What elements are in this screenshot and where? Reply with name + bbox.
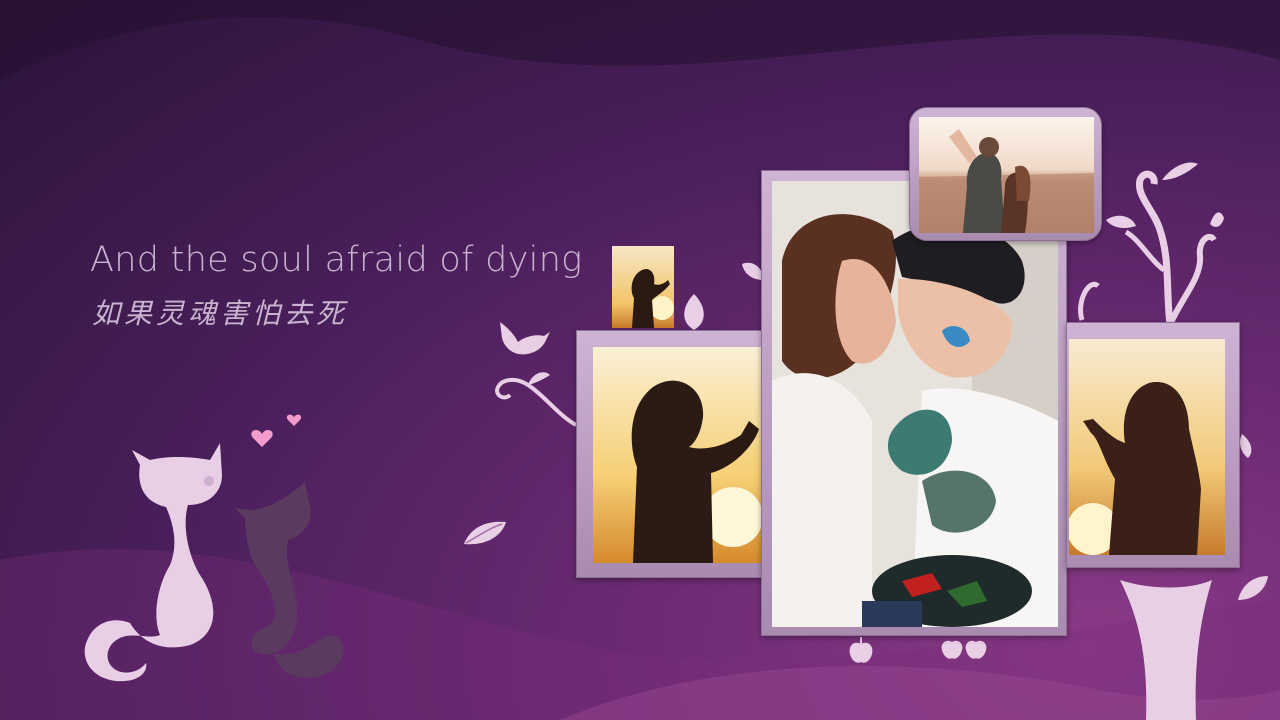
photo-boy-heart-hands	[576, 330, 772, 578]
photo-image	[612, 246, 674, 328]
cat-light-icon	[84, 443, 222, 682]
heart-icon	[251, 430, 273, 447]
apple-icon	[941, 640, 987, 659]
photo-image	[919, 117, 1094, 233]
photo-image	[772, 181, 1058, 627]
photo-girl-heart-hands	[1066, 322, 1240, 568]
vine-decoration	[495, 372, 578, 427]
cat-dark-icon	[235, 482, 344, 678]
photo-boy-silhouette-small	[612, 246, 674, 328]
photo-image	[593, 347, 769, 563]
photo-image	[1069, 339, 1225, 555]
leaf-icon	[464, 521, 506, 545]
slide: And the soul afraid of dying 如果灵魂害怕去死	[0, 0, 1280, 720]
heart-icon	[286, 414, 302, 426]
lyric-english: And the soul afraid of dying	[90, 240, 583, 280]
leaf-icon	[684, 294, 704, 330]
photo-couple-field	[909, 107, 1102, 241]
lyric-chinese: 如果灵魂害怕去死	[92, 297, 349, 330]
apple-icon	[849, 637, 873, 663]
